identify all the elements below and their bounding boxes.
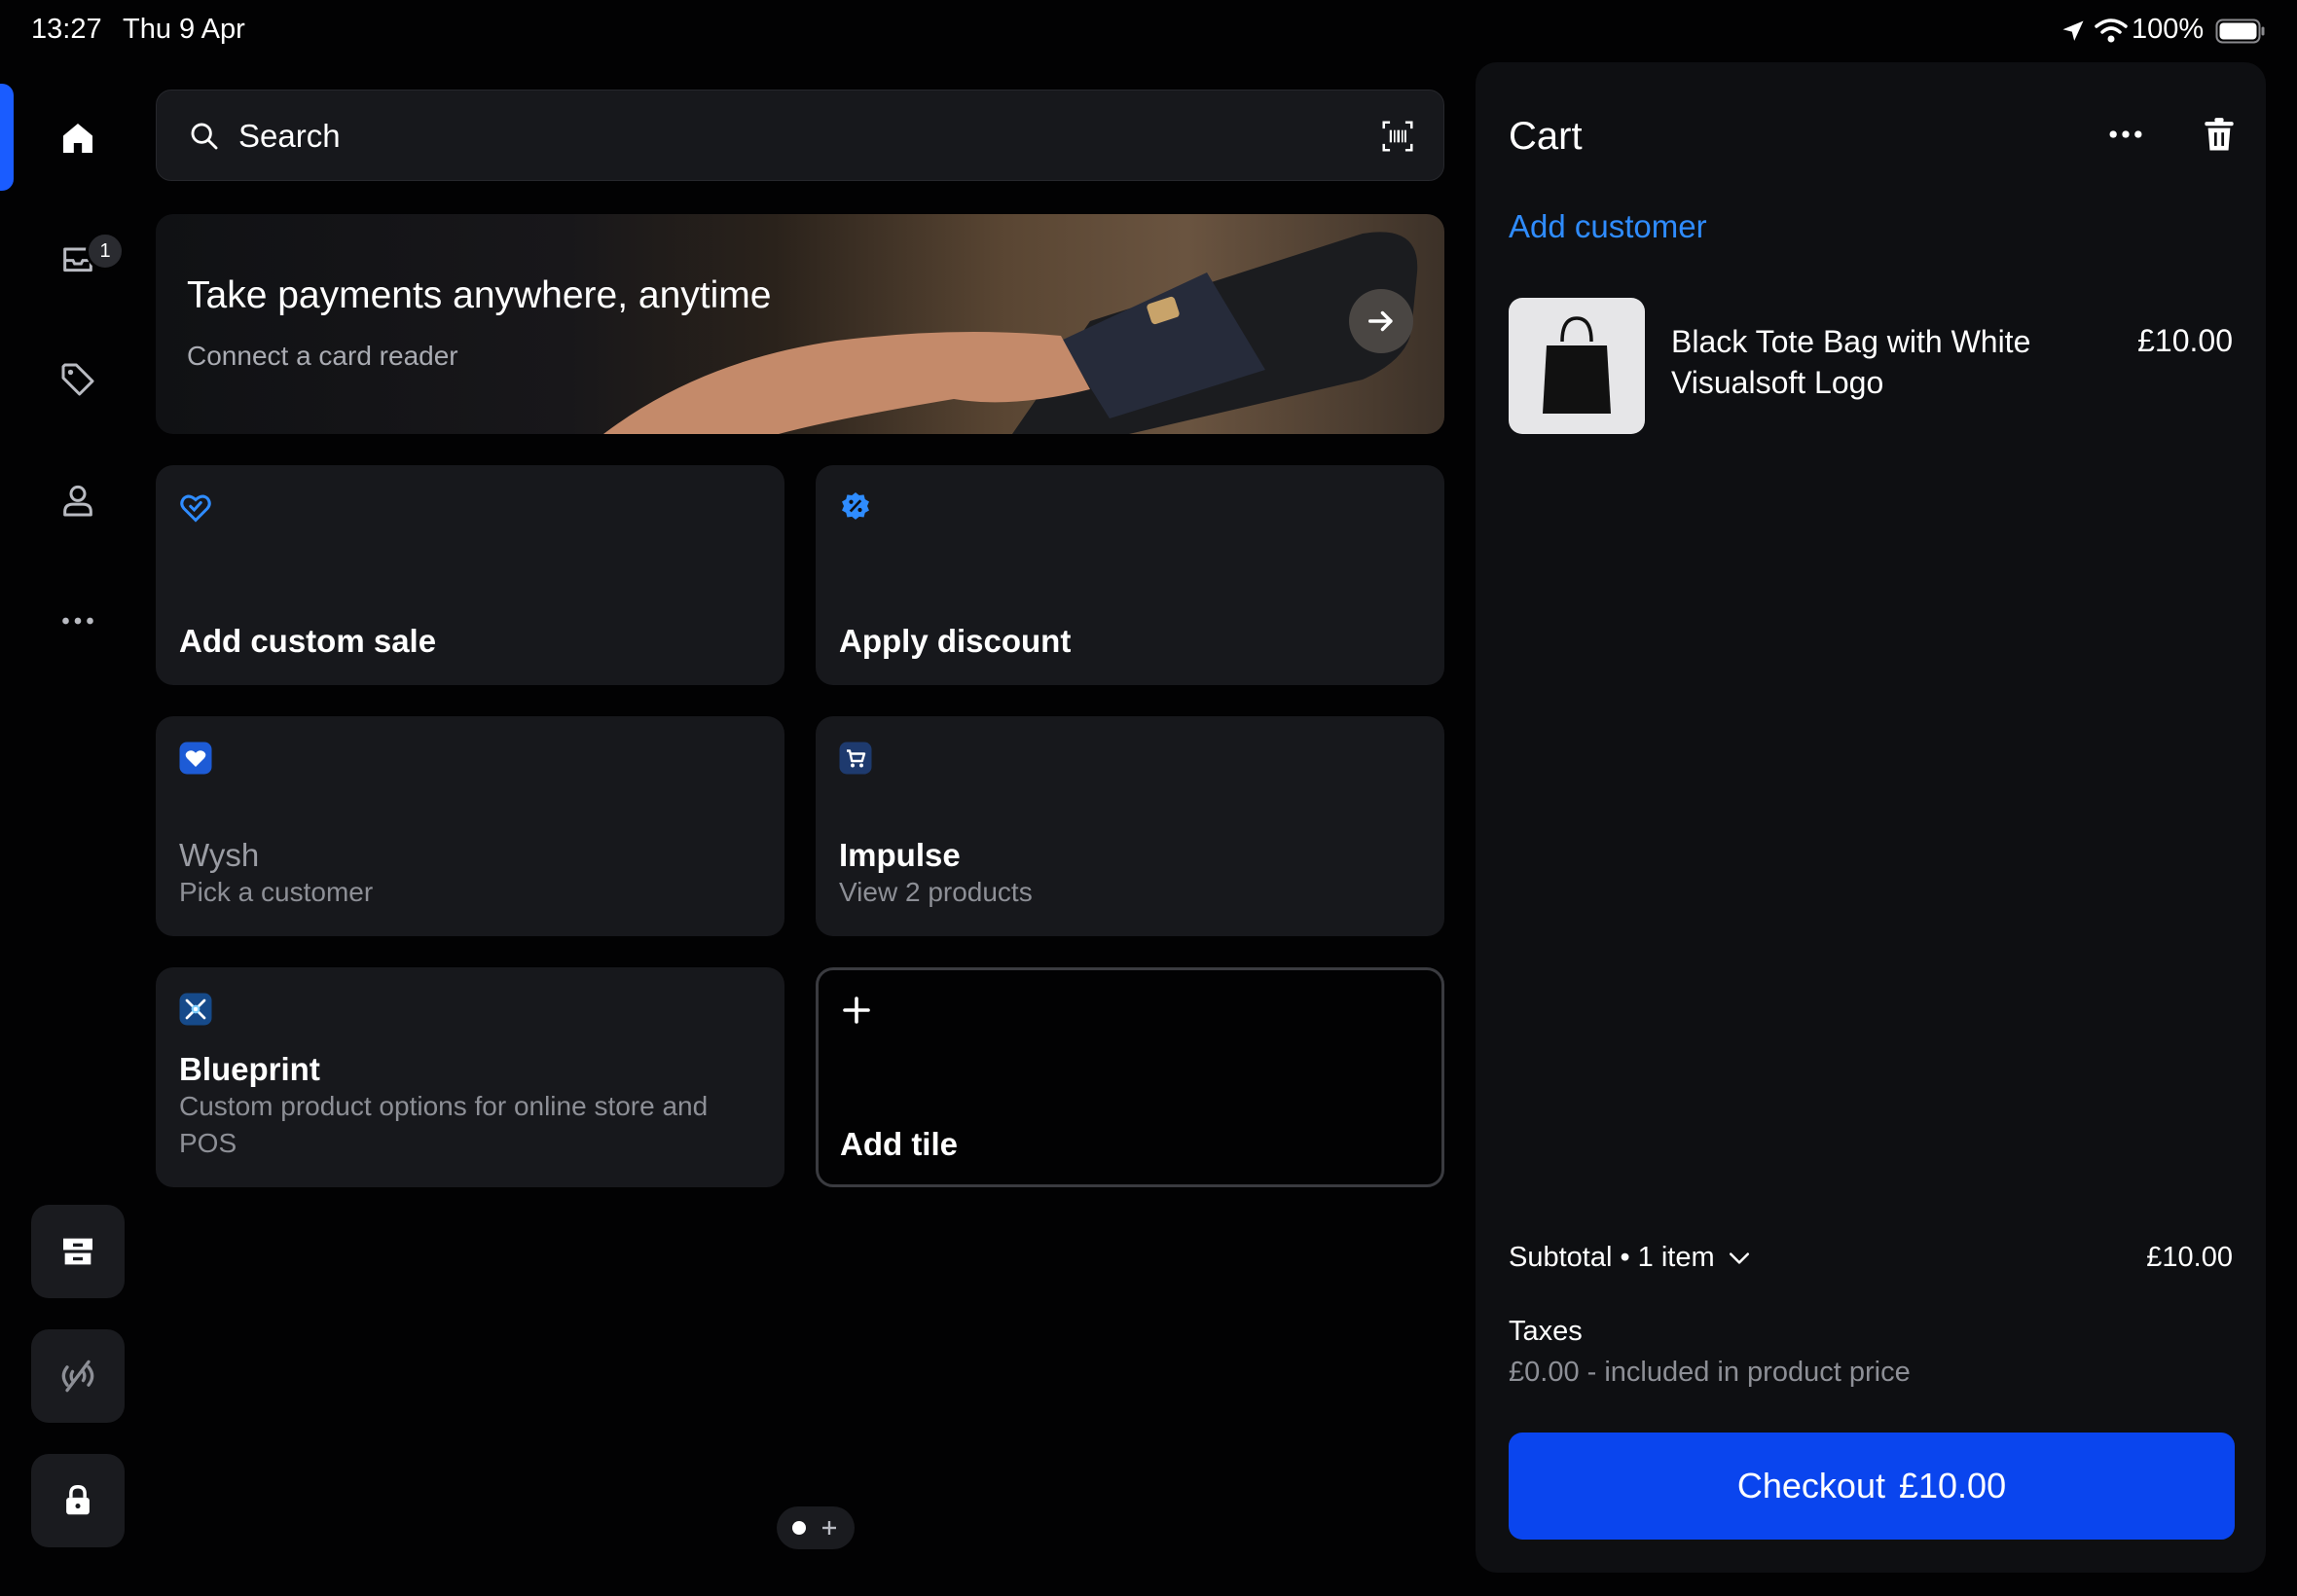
card-reader-banner[interactable]: Take payments anywhere, anytime Connect …: [156, 214, 1444, 434]
subtotal-label: Subtotal • 1 item: [1509, 1242, 1715, 1273]
orders-badge: 1: [86, 232, 125, 271]
person-icon[interactable]: [39, 461, 117, 539]
banner-subtitle: Connect a card reader: [187, 341, 458, 371]
battery-icon: [2215, 18, 2266, 44]
product-thumbnail[interactable]: [1509, 298, 1645, 434]
tile-subtitle: Custom product options for online store …: [179, 1091, 709, 1158]
tile-title: Apply discount: [839, 623, 1072, 659]
checkout-amount: £10.00: [1898, 1466, 2007, 1505]
trash-icon[interactable]: [2198, 113, 2241, 156]
tile-title: Add tile: [840, 1126, 958, 1162]
chevron-down-icon: [1725, 1244, 1754, 1273]
tile-add-tile[interactable]: Add tile: [816, 967, 1444, 1187]
cart-title: Cart: [1509, 115, 1583, 158]
lock-icon[interactable]: [31, 1454, 125, 1547]
search-bar[interactable]: Search: [156, 90, 1444, 181]
tile-subtitle: View 2 products: [839, 877, 1033, 907]
blueprint-icon: [177, 991, 214, 1028]
tile-title: Wysh: [179, 837, 260, 873]
tile-title: Impulse: [839, 837, 961, 873]
tag-icon[interactable]: [39, 341, 117, 418]
location-icon: [2060, 18, 2087, 45]
checkout-label: Checkout: [1736, 1466, 1885, 1505]
tile-blueprint[interactable]: Blueprint Custom product options for onl…: [156, 967, 784, 1187]
wifi-icon: [2095, 17, 2128, 44]
page-indicator[interactable]: [777, 1506, 855, 1549]
reader-off-icon[interactable]: [31, 1329, 125, 1423]
add-page-icon[interactable]: [820, 1518, 839, 1538]
store-icon[interactable]: [31, 1205, 125, 1298]
cart-item-name[interactable]: Black Tote Bag with White Visualsoft Log…: [1671, 321, 2080, 403]
search-label: Search: [238, 118, 341, 154]
barcode-scan-icon[interactable]: [1379, 118, 1416, 155]
custom-sale-icon: [177, 489, 214, 526]
arrow-right-icon[interactable]: [1349, 289, 1413, 353]
tile-title: Add custom sale: [179, 623, 437, 659]
add-customer-link[interactable]: Add customer: [1509, 208, 1707, 245]
tile-title: Blueprint: [179, 1051, 320, 1087]
status-date: Thu 9 Apr: [123, 14, 245, 45]
search-icon: [188, 120, 221, 153]
more-options-icon[interactable]: [2104, 113, 2147, 156]
more-icon[interactable]: [39, 582, 117, 660]
tile-wysh[interactable]: Wysh Pick a customer: [156, 716, 784, 936]
home-icon[interactable]: [39, 99, 117, 177]
checkout-button[interactable]: Checkout £10.00: [1509, 1433, 2235, 1540]
subtotal-value: £10.00: [2146, 1242, 2233, 1273]
tile-apply-discount[interactable]: Apply discount: [816, 465, 1444, 685]
wysh-heart-icon: [177, 740, 214, 777]
banner-image: [156, 214, 1444, 434]
tile-subtitle: Pick a customer: [179, 877, 374, 907]
active-nav-indicator: [0, 84, 14, 191]
cart-item-price: £10.00: [2137, 323, 2233, 358]
banner-title: Take payments anywhere, anytime: [187, 274, 772, 316]
tile-impulse[interactable]: Impulse View 2 products: [816, 716, 1444, 936]
taxes-label: Taxes: [1509, 1316, 1583, 1347]
status-time: 13:27: [31, 14, 102, 45]
cart-panel: Cart Add customer Black Tote Bag with Wh…: [1476, 62, 2266, 1573]
impulse-cart-icon: [837, 740, 874, 777]
taxes-detail: £0.00 - included in product price: [1509, 1357, 1911, 1388]
discount-badge-icon: [837, 489, 874, 526]
subtotal-toggle[interactable]: Subtotal • 1 item: [1509, 1242, 1754, 1274]
tile-add-custom-sale[interactable]: Add custom sale: [156, 465, 784, 685]
battery-percent: 100%: [2132, 14, 2205, 45]
plus-icon: [838, 992, 875, 1029]
page-dot-active: [792, 1521, 806, 1535]
